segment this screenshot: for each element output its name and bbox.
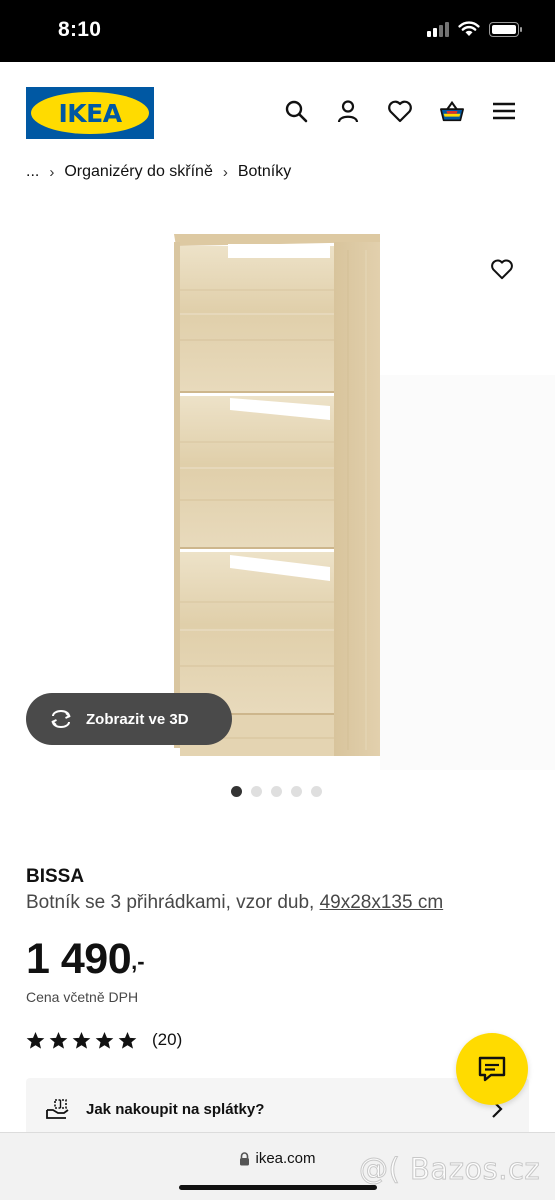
- chat-button[interactable]: [456, 1033, 528, 1105]
- header-actions: [283, 98, 517, 124]
- star-icon: [49, 1031, 68, 1049]
- wifi-icon: [458, 21, 480, 36]
- rating-count: (20): [152, 1030, 183, 1049]
- price-value: 1 490: [26, 935, 132, 983]
- url-text: ikea.com: [255, 1150, 316, 1167]
- view-3d-label: Zobrazit ve 3D: [86, 710, 189, 728]
- home-indicator[interactable]: [179, 1185, 377, 1190]
- star-icon: [72, 1031, 91, 1049]
- installment-label: Jak nakoupit na splátky?: [86, 1100, 265, 1118]
- watermark: @( Bazos.cz: [358, 1152, 541, 1187]
- product-dimensions-link[interactable]: 49x28x135 cm: [320, 892, 444, 913]
- carousel-dot[interactable]: [311, 786, 322, 797]
- heart-icon[interactable]: [387, 98, 413, 124]
- product-name: BISSA: [26, 866, 85, 887]
- breadcrumb: ... › Organizéry do skříně › Botníky: [26, 163, 291, 181]
- carousel-dot[interactable]: [231, 786, 242, 797]
- ikea-logo[interactable]: IKEA: [26, 87, 154, 139]
- cart-icon[interactable]: [439, 98, 465, 124]
- star-icon: [95, 1031, 114, 1049]
- product-description: Botník se 3 přihrádkami, vzor dub, 49x28…: [26, 892, 443, 914]
- search-icon[interactable]: [283, 98, 309, 124]
- add-to-favorites-button[interactable]: [487, 254, 517, 284]
- breadcrumb-item-shoe-cabinets[interactable]: Botníky: [238, 163, 291, 181]
- image-carousel-dots: [231, 786, 322, 797]
- lock-icon: [240, 1151, 250, 1165]
- cellular-signal-icon: [427, 21, 449, 37]
- heart-icon: [491, 259, 513, 280]
- breadcrumb-ellipsis[interactable]: ...: [26, 163, 39, 181]
- price-suffix: ,-: [131, 949, 145, 974]
- logo-text: IKEA: [58, 98, 122, 128]
- carousel-dot[interactable]: [291, 786, 302, 797]
- rotate-3d-icon: [51, 710, 71, 728]
- view-3d-button[interactable]: Zobrazit ve 3D: [26, 693, 232, 745]
- product-description-text: Botník se 3 přihrádkami, vzor dub,: [26, 892, 320, 913]
- status-icons: [427, 21, 522, 37]
- product-rating[interactable]: (20): [26, 1030, 182, 1050]
- price-note: Cena včetně DPH: [26, 989, 139, 1005]
- breadcrumb-separator: ›: [49, 163, 55, 181]
- status-time: 8:10: [58, 18, 102, 41]
- chat-icon: [478, 1056, 506, 1082]
- battery-icon: [489, 21, 522, 37]
- star-icon: [118, 1031, 137, 1049]
- star-icon: [26, 1031, 45, 1049]
- menu-icon[interactable]: [491, 98, 517, 124]
- carousel-dot[interactable]: [251, 786, 262, 797]
- carousel-dot[interactable]: [271, 786, 282, 797]
- gift-payment-icon: [46, 1099, 69, 1119]
- status-bar: 8:10: [0, 0, 555, 62]
- installment-info-row[interactable]: Jak nakoupit na splátky?: [26, 1078, 529, 1140]
- product-price: 1 490 ,-: [26, 935, 145, 984]
- breadcrumb-item-organizers[interactable]: Organizéry do skříně: [64, 163, 213, 181]
- breadcrumb-separator: ›: [222, 163, 228, 181]
- site-header: IKEA: [0, 62, 555, 162]
- user-icon[interactable]: [335, 98, 361, 124]
